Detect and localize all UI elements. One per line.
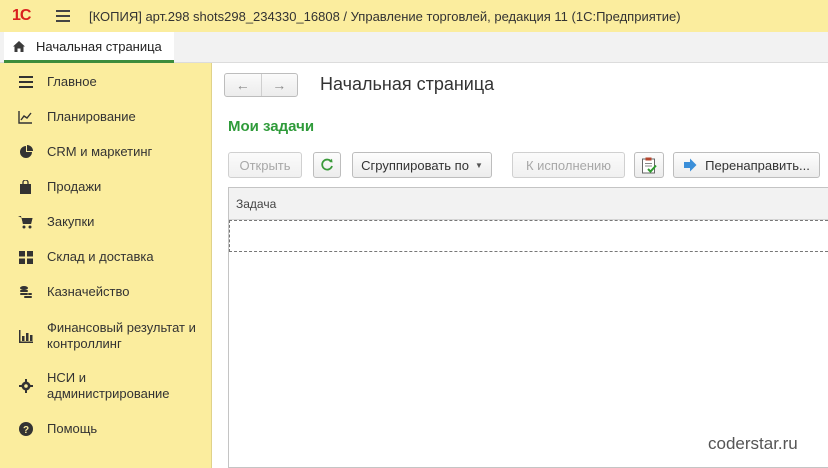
- tab-strip: Начальная страница: [0, 32, 828, 63]
- open-button[interactable]: Открыть: [228, 152, 302, 178]
- clipboard-check-icon: [642, 157, 657, 173]
- sidebar-item-treasury[interactable]: Казначейство: [0, 283, 212, 301]
- menu-lines-icon: [18, 75, 33, 90]
- page-title: Начальная страница: [320, 74, 495, 94]
- sidebar-item-label: Казначейство: [47, 284, 130, 299]
- svg-text:?: ?: [22, 425, 28, 436]
- arrow-right-icon: [684, 158, 697, 172]
- pie-chart-icon: [18, 145, 33, 160]
- back-arrow-icon[interactable]: ←: [225, 74, 261, 96]
- sidebar-item-label: Планирование: [47, 109, 136, 124]
- sidebar-item-sales[interactable]: Продажи: [0, 178, 212, 196]
- app-logo[interactable]: 1С: [12, 6, 42, 26]
- coins-icon: [18, 285, 33, 300]
- sidebar-item-label: Склад и доставка: [47, 249, 154, 264]
- refresh-icon: [321, 158, 333, 171]
- sidebar-item-planning[interactable]: Планирование: [0, 108, 212, 126]
- tab-home[interactable]: Начальная страница: [4, 32, 174, 63]
- sidebar-item-finance[interactable]: Финансовый результат и контроллинг: [0, 319, 212, 353]
- group-by-button[interactable]: Сгруппировать по ▼: [352, 152, 492, 178]
- forward-arrow-icon[interactable]: →: [260, 74, 298, 96]
- execute-button[interactable]: К исполнению: [512, 152, 625, 178]
- table-header: Задача: [229, 188, 828, 220]
- sidebar: Главное Планирование CRM и маркетинг Про…: [0, 63, 212, 468]
- group-by-label: Сгруппировать по: [361, 157, 469, 173]
- watermark: coderstar.ru: [708, 434, 798, 453]
- sidebar-item-label: Финансовый результат и контроллинг: [47, 320, 196, 351]
- column-header-task[interactable]: Задача: [236, 197, 276, 211]
- sidebar-item-label: НСИ и администрирование: [47, 370, 170, 401]
- sidebar-item-help[interactable]: ? Помощь: [0, 420, 212, 438]
- redirect-button[interactable]: Перенаправить...: [673, 152, 820, 178]
- main-menu-icon[interactable]: [56, 10, 70, 22]
- help-icon: ?: [18, 422, 33, 437]
- main-content: ← → Начальная страница Мои задачи Открыт…: [212, 63, 828, 468]
- window-title: [КОПИЯ] арт.298 shots298_234330_16808 / …: [89, 8, 681, 24]
- sidebar-item-label: Главное: [47, 74, 97, 89]
- sidebar-item-label: CRM и маркетинг: [47, 144, 153, 159]
- chevron-down-icon: ▼: [474, 160, 483, 170]
- sidebar-item-label: Продажи: [47, 179, 102, 194]
- refresh-button[interactable]: [313, 152, 341, 178]
- task-list-button[interactable]: [634, 152, 664, 178]
- sidebar-item-warehouse[interactable]: Склад и доставка: [0, 248, 212, 266]
- redirect-label: Перенаправить...: [705, 157, 810, 173]
- sidebar-item-label: Закупки: [47, 214, 95, 229]
- sidebar-item-main[interactable]: Главное: [0, 73, 212, 91]
- chart-line-icon: [18, 110, 33, 125]
- section-title[interactable]: Мои задачи: [228, 118, 314, 135]
- bar-chart-icon: [18, 329, 33, 344]
- sidebar-item-admin[interactable]: НСИ и администрирование: [0, 369, 212, 403]
- grid-blocks-icon: [18, 250, 33, 265]
- app-logo-text: 1С: [12, 7, 31, 24]
- sidebar-item-purchases[interactable]: Закупки: [0, 213, 212, 231]
- table-row[interactable]: [229, 220, 828, 252]
- tab-home-label: Начальная страница: [36, 38, 162, 54]
- sidebar-item-crm[interactable]: CRM и маркетинг: [0, 143, 212, 161]
- history-nav: ← →: [224, 73, 298, 97]
- sidebar-item-label: Помощь: [47, 421, 98, 436]
- home-icon: [13, 40, 25, 52]
- title-bar: 1С [КОПИЯ] арт.298 shots298_234330_16808…: [0, 0, 828, 32]
- shopping-bag-icon: [18, 180, 33, 195]
- cart-icon: [18, 215, 33, 230]
- gear-icon: [18, 379, 33, 394]
- tasks-table: Задача: [228, 187, 828, 468]
